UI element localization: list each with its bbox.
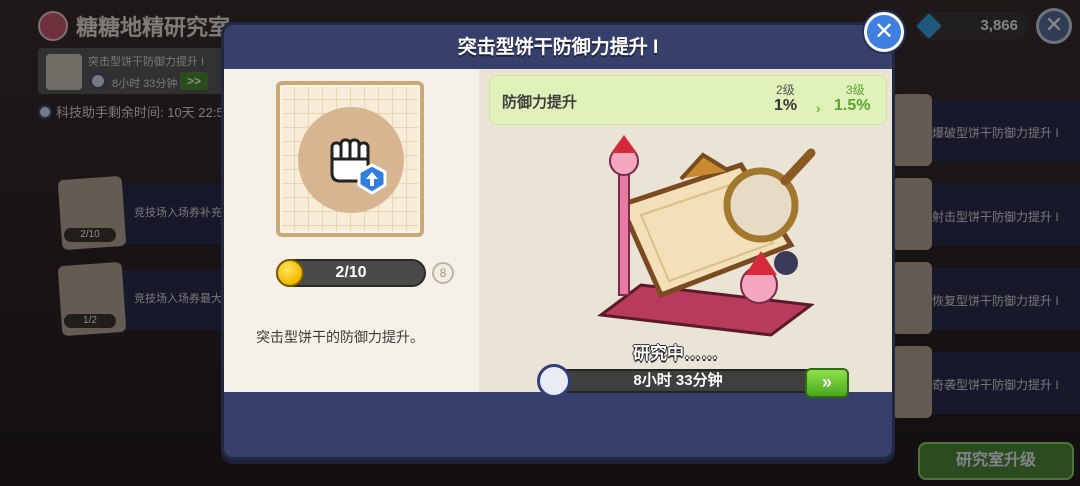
research-level-text: 2/10 — [335, 264, 367, 281]
current-value: 1% — [774, 97, 798, 114]
chevron-right-icon: › — [816, 100, 821, 116]
research-lab-illustration — [597, 135, 816, 337]
modal-close-button[interactable]: ✕ — [864, 12, 904, 52]
research-timer-bar: 8小时 33分钟 — [537, 364, 841, 398]
max-level-badge: 8 — [432, 262, 454, 284]
research-status-panel: 防御力提升 2级 1% › 3级 1.5% 研究中…… 8小时 33分钟 » — [479, 69, 892, 398]
next-value: 1.5% — [834, 97, 871, 114]
research-level-progress: 2/10 — [276, 259, 426, 287]
research-detail-modal: 突击型饼干防御力提升 I 2/10 8 突击型饼干的防御力提升。 防御力提升 2… — [221, 22, 895, 460]
research-info-panel: 2/10 8 突击型饼干的防御力提升。 — [224, 69, 479, 392]
stat-name: 防御力提升 — [502, 94, 578, 111]
blueprint-icon — [276, 81, 424, 237]
icon-backdrop — [298, 107, 404, 213]
research-status: 研究中…… — [633, 344, 718, 363]
modal-title: 突击型饼干防御力提升 I — [457, 37, 659, 58]
speed-up-button[interactable]: » — [805, 368, 849, 398]
current-level: 2级 — [776, 83, 795, 97]
shield-up-icon — [357, 163, 387, 195]
research-timer-text: 8小时 33分钟 — [633, 372, 723, 389]
research-description: 突击型饼干的防御力提升。 — [256, 329, 424, 345]
next-level: 3级 — [846, 83, 865, 97]
stat-upgrade-banner: 防御力提升 2级 1% › 3级 1.5% — [489, 75, 887, 125]
